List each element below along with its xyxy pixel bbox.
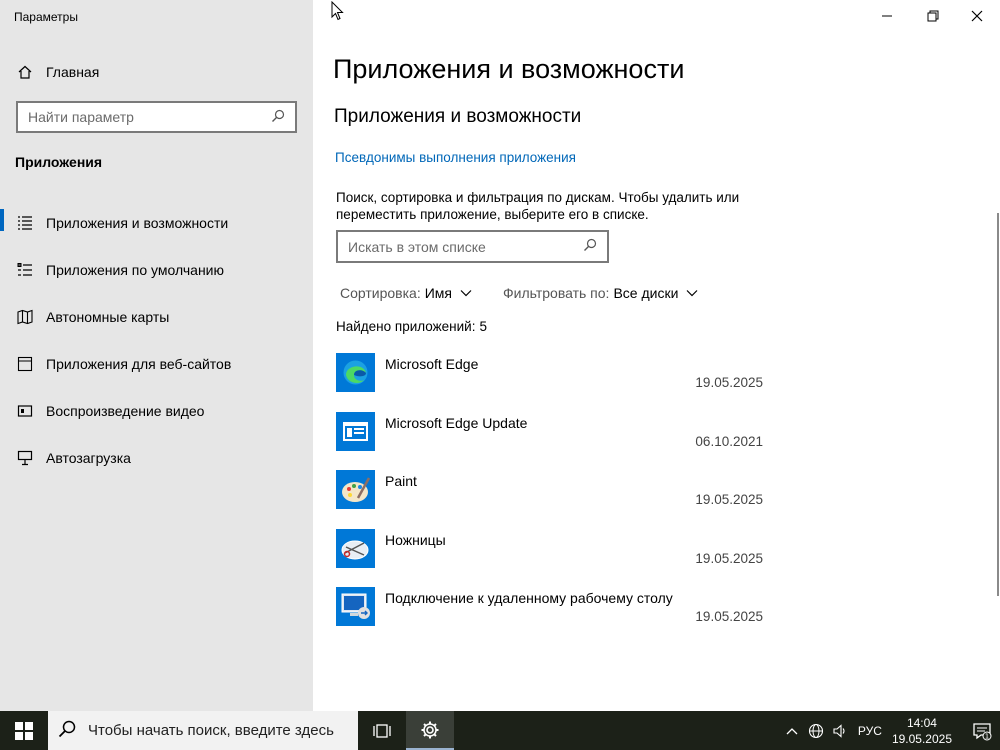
sidebar-item-web-apps[interactable]: Приложения для веб-сайтов: [0, 340, 313, 387]
remote-desktop-icon: [336, 587, 375, 627]
close-button[interactable]: [954, 0, 1000, 32]
list-item-microsoft-edge-update[interactable]: Microsoft Edge Update 06.10.2021: [336, 411, 766, 470]
taskbar-search-box[interactable]: Чтобы начать поиск, введите здесь: [48, 711, 358, 750]
offline-maps-icon: [16, 308, 34, 326]
sidebar: Параметры Главная Найти параметр Приложе…: [0, 0, 313, 711]
restore-icon: [927, 10, 939, 22]
sidebar-item-startup[interactable]: Автозагрузка: [0, 434, 313, 481]
taskbar-settings-app[interactable]: [406, 711, 454, 750]
minimize-icon: [882, 15, 892, 17]
app-list-search-input[interactable]: Искать в этом списке: [336, 230, 609, 263]
filter-value: Все диски: [613, 285, 679, 301]
count-label: Найдено приложений:: [336, 319, 476, 334]
edge-update-icon: [336, 411, 375, 451]
page-title: Приложения и возможности: [333, 54, 685, 84]
video-playback-icon: [16, 402, 34, 420]
app-date: 19.05.2025: [695, 609, 763, 625]
app-date: 06.10.2021: [695, 433, 763, 449]
clock-date: 19.05.2025: [891, 731, 952, 746]
clock-time: 14:04: [906, 715, 937, 730]
app-execution-aliases-link[interactable]: Псевдонимы выполнения приложения: [335, 150, 576, 165]
filter-label: Фильтровать по:: [503, 285, 610, 301]
app-name: Paint: [385, 473, 417, 490]
search-icon: [271, 109, 285, 126]
settings-search-placeholder: Найти параметр: [28, 109, 134, 125]
sort-label: Сортировка:: [340, 285, 421, 301]
sidebar-nav: Приложения и возможности Приложения по у…: [0, 199, 313, 481]
sidebar-item-default-apps[interactable]: Приложения по умолчанию: [0, 246, 313, 293]
window-title: Параметры: [14, 10, 78, 24]
startup-icon: [16, 449, 34, 467]
app-list-search-placeholder: Искать в этом списке: [348, 238, 486, 255]
task-view-icon: [373, 723, 391, 738]
sidebar-item-label: Приложения и возможности: [46, 214, 229, 231]
edge-icon: [336, 353, 375, 392]
scrollbar[interactable]: [997, 213, 999, 596]
restore-button[interactable]: [910, 0, 956, 32]
sidebar-section-title: Приложения: [15, 154, 103, 170]
app-name: Microsoft Edge Update: [385, 414, 528, 431]
app-name: Ножницы: [385, 531, 446, 548]
chevron-down-icon: [686, 289, 698, 297]
snipping-tool-icon: [336, 528, 375, 568]
app-list: Microsoft Edge 19.05.2025 Microsoft Edge…: [336, 352, 766, 645]
notification-center-button[interactable]: 1: [964, 711, 1000, 750]
search-icon: [583, 238, 597, 255]
paint-icon: [336, 470, 375, 510]
task-view-button[interactable]: [358, 711, 406, 750]
sidebar-item-label: Автономные карты: [46, 308, 170, 325]
count-value: 5: [479, 319, 487, 334]
app-date: 19.05.2025: [695, 375, 763, 390]
language-indicator[interactable]: РУС: [858, 724, 882, 738]
default-apps-icon: [16, 261, 34, 279]
mouse-cursor-icon: [331, 0, 345, 26]
web-apps-icon: [16, 355, 34, 373]
start-button[interactable]: [0, 711, 48, 750]
clock[interactable]: 14:04 19.05.2025: [892, 715, 952, 747]
gear-icon: [421, 721, 439, 738]
app-name: Подключение к удаленному рабочему столу: [385, 590, 673, 607]
volume-icon[interactable]: [828, 711, 852, 750]
app-date: 19.05.2025: [695, 492, 763, 508]
sidebar-item-offline-maps[interactable]: Автономные карты: [0, 293, 313, 340]
list-item-remote-desktop[interactable]: Подключение к удаленному рабочему столу …: [336, 586, 766, 645]
sidebar-item-label: Автозагрузка: [46, 449, 131, 466]
home-label: Главная: [46, 64, 100, 80]
list-item-paint[interactable]: Paint 19.05.2025: [336, 469, 766, 528]
minimize-button[interactable]: [864, 0, 910, 32]
notification-icon: 1: [973, 722, 992, 740]
taskbar: Чтобы начать поиск, введите здесь РУС 14…: [0, 711, 1000, 750]
sort-dropdown[interactable]: Сортировка: Имя: [340, 285, 472, 301]
apps-found-count: Найдено приложений: 5: [336, 319, 487, 334]
section-title: Приложения и возможности: [334, 106, 582, 127]
notification-count: 1: [985, 732, 989, 740]
filter-dropdown[interactable]: Фильтровать по: Все диски: [503, 285, 698, 301]
app-name: Microsoft Edge: [385, 356, 479, 372]
windows-logo-icon: [15, 721, 33, 740]
network-globe-icon[interactable]: [804, 711, 828, 750]
sort-value: Имя: [424, 285, 453, 301]
search-icon: [58, 720, 76, 742]
sidebar-item-label: Приложения для веб-сайтов: [46, 355, 232, 372]
app-date: 19.05.2025: [695, 550, 763, 566]
sidebar-item-video-playback[interactable]: Воспроизведение видео: [0, 387, 313, 434]
list-item-snipping-tool[interactable]: Ножницы 19.05.2025: [336, 528, 766, 587]
sidebar-item-label: Воспроизведение видео: [46, 402, 205, 419]
system-tray: РУС 14:04 19.05.2025 1: [780, 711, 1000, 750]
chevron-up-icon[interactable]: [780, 711, 804, 750]
apps-list-icon: [16, 214, 34, 232]
taskbar-search-placeholder: Чтобы начать поиск, введите здесь: [88, 722, 334, 739]
home-icon: [16, 63, 34, 81]
home-link[interactable]: Главная: [16, 62, 99, 82]
description-text: Поиск, сортировка и фильтрация по дискам…: [336, 190, 740, 222]
close-icon: [971, 10, 983, 22]
list-item-microsoft-edge[interactable]: Microsoft Edge 19.05.2025: [336, 352, 766, 411]
sidebar-item-apps-features[interactable]: Приложения и возможности: [0, 199, 313, 246]
main-content: Приложения и возможности Приложения и во…: [313, 0, 1000, 711]
settings-search-input[interactable]: Найти параметр: [16, 101, 297, 133]
chevron-down-icon: [460, 289, 472, 297]
sidebar-item-label: Приложения по умолчанию: [46, 261, 224, 278]
